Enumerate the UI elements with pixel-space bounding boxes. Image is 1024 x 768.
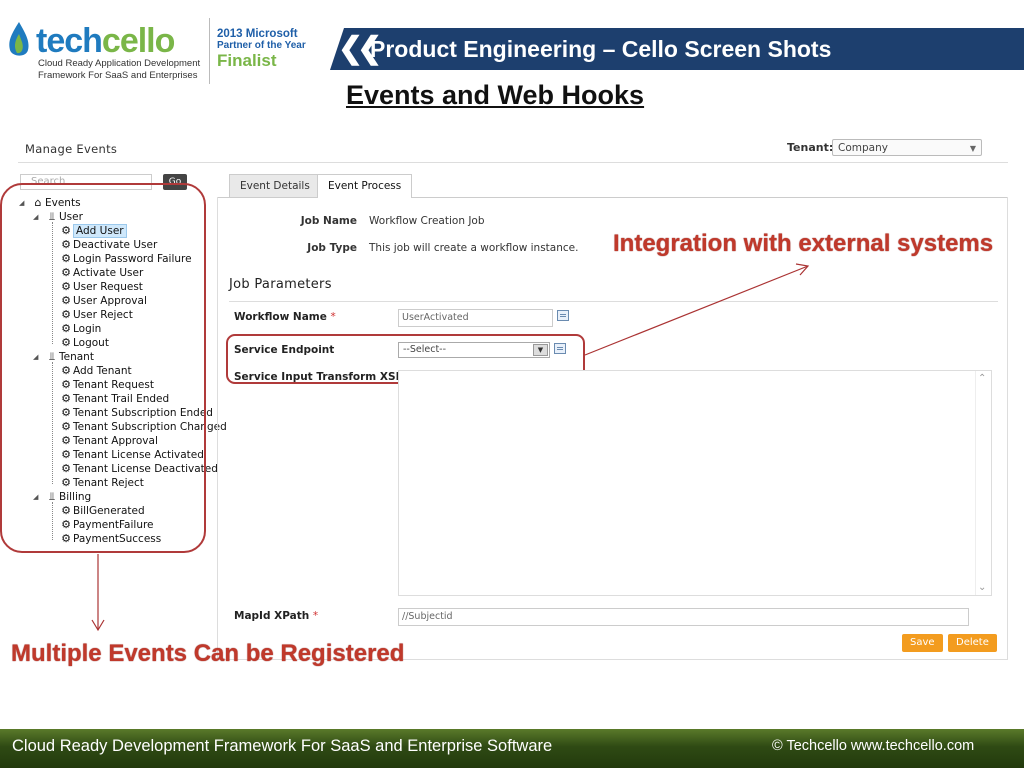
multiple-events-callout: Multiple Events Can be Registered [11,640,405,667]
footer-copyright: © Techcello www.techcello.com [772,738,975,754]
footer-text: Cloud Ready Development Framework For Sa… [12,737,553,755]
integration-callout: Integration with external systems [613,230,994,257]
